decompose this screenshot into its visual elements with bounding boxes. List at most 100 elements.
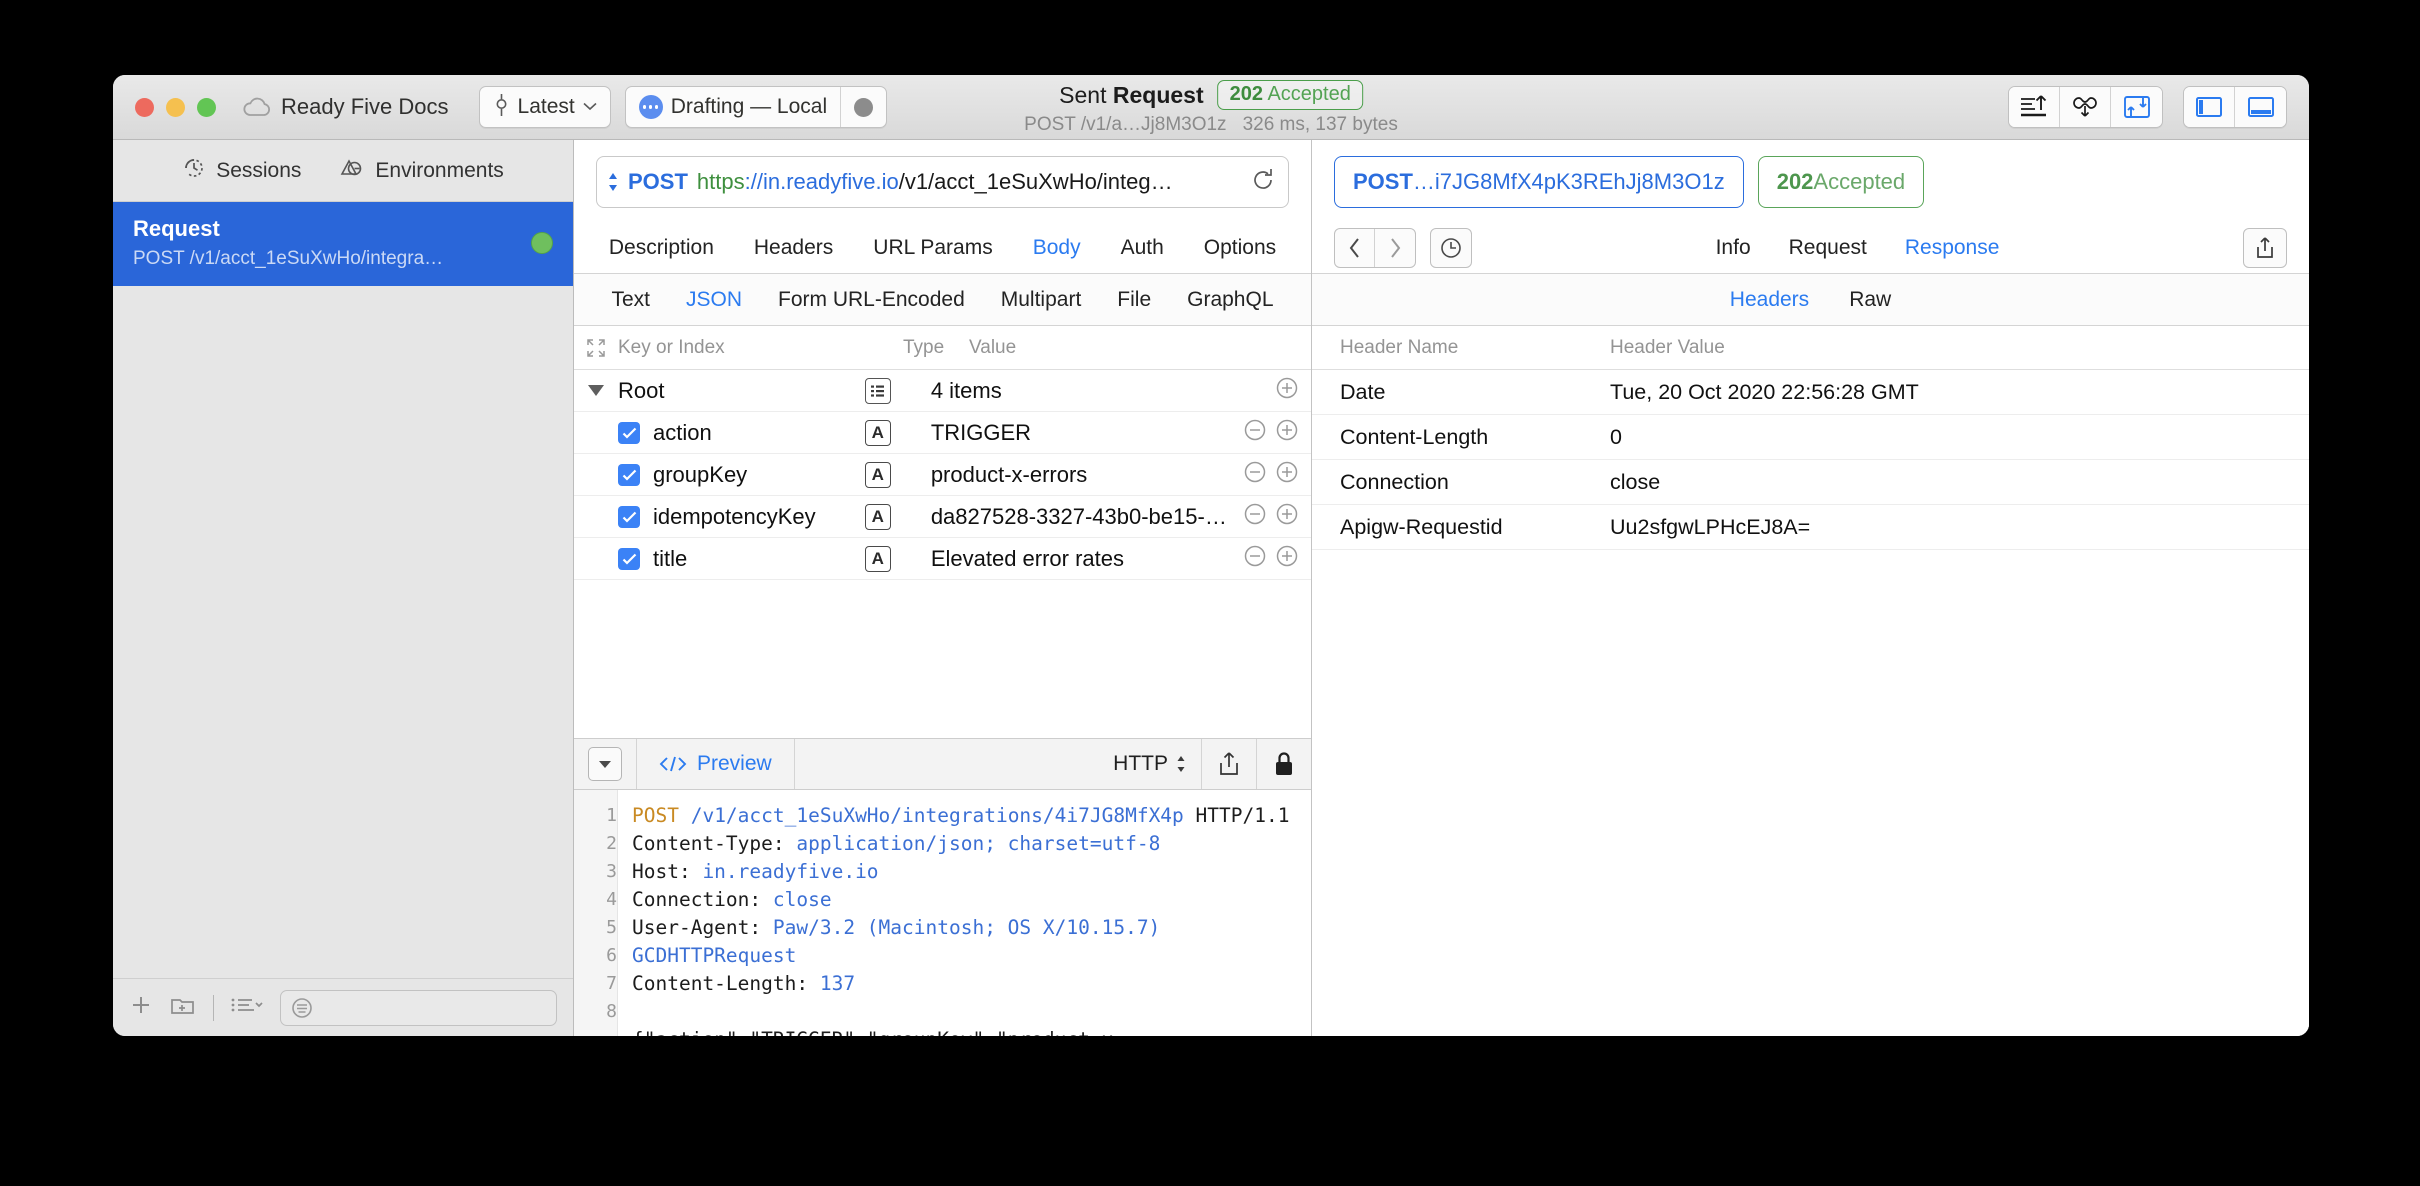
sidebar-filter-input[interactable]: [280, 989, 557, 1026]
sort-list-button[interactable]: [230, 993, 264, 1022]
json-row-value[interactable]: TRIGGER: [931, 420, 1233, 446]
response-subtab-headers[interactable]: Headers: [1730, 288, 1809, 312]
tab-body[interactable]: Body: [1033, 236, 1081, 260]
response-history-button[interactable]: [1430, 227, 1472, 268]
status-badge: 202 Accepted: [1217, 80, 1363, 110]
add-item-icon[interactable]: [1275, 460, 1299, 490]
format-selector[interactable]: HTTP: [1099, 752, 1201, 776]
response-header-row[interactable]: Content-Length 0: [1312, 415, 2309, 460]
subtab-graphql[interactable]: GraphQL: [1187, 288, 1273, 312]
document-title: Ready Five Docs: [281, 94, 449, 119]
raw-header-line: Host: in.readyfive.io: [632, 860, 879, 883]
subtab-multipart[interactable]: Multipart: [1001, 288, 1082, 312]
row-enabled-checkbox[interactable]: [618, 421, 640, 444]
toggle-bottom-panel-button[interactable]: [2235, 87, 2286, 127]
preview-dropdown-button[interactable]: [588, 747, 622, 781]
raw-request-editor[interactable]: 123456789 POST /v1/acct_1eSuXwHo/integra…: [574, 790, 1311, 1036]
add-item-icon[interactable]: [1275, 376, 1299, 406]
remove-item-icon[interactable]: [1243, 460, 1267, 490]
sidebar-tab-sessions[interactable]: Sessions: [182, 156, 301, 186]
response-header-row[interactable]: Apigw-Requestid Uu2sfgwLPHcEJ8A=: [1312, 505, 2309, 550]
json-row-value[interactable]: Elevated error rates: [931, 546, 1233, 572]
sidebar-request-item[interactable]: Request POST /v1/acct_1eSuXwHo/integra…: [113, 202, 573, 286]
json-row-idempotencykey[interactable]: idempotencyKey A da827528-3327-43b0-be15…: [574, 496, 1311, 538]
response-request-chip[interactable]: POST …i7JG8MfX4pK3REhJj8M3O1z: [1334, 156, 1744, 208]
json-row-action[interactable]: action A TRIGGER: [574, 412, 1311, 454]
next-response-button[interactable]: [1375, 229, 1415, 267]
raw-request-text[interactable]: POST /v1/acct_1eSuXwHo/integrations/4i7J…: [618, 790, 1311, 1036]
center-subtitle-stats: 326 ms, 137 bytes: [1242, 114, 1398, 135]
environment-status-button[interactable]: [841, 87, 886, 127]
minimize-window-button[interactable]: [166, 97, 185, 117]
add-item-icon[interactable]: [1275, 418, 1299, 448]
add-item-icon[interactable]: [1275, 502, 1299, 532]
json-row-type[interactable]: [864, 377, 931, 404]
url-input[interactable]: https://in.readyfive.io/v1/acct_1eSuXwHo…: [697, 169, 1241, 195]
tab-headers[interactable]: Headers: [754, 236, 833, 260]
previous-response-button[interactable]: [1335, 228, 1375, 267]
import-export-button[interactable]: [2111, 87, 2162, 127]
response-tab-response[interactable]: Response: [1905, 236, 2000, 260]
subtab-file[interactable]: File: [1117, 288, 1151, 312]
subtab-text[interactable]: Text: [611, 288, 650, 312]
close-window-button[interactable]: [135, 97, 154, 117]
zoom-window-button[interactable]: [197, 97, 216, 117]
subtab-form-url-encoded[interactable]: Form URL-Encoded: [778, 288, 965, 312]
environment-selector[interactable]: Drafting — Local: [624, 86, 888, 128]
tab-url-params[interactable]: URL Params: [873, 236, 992, 260]
line-number: 7: [606, 973, 617, 994]
json-row-value[interactable]: 4 items: [931, 378, 1233, 404]
json-row-title[interactable]: title A Elevated error rates: [574, 538, 1311, 580]
lock-button[interactable]: [1257, 739, 1311, 789]
add-item-icon[interactable]: [1275, 544, 1299, 574]
json-row-key-label: groupKey: [653, 461, 748, 487]
json-row-groupkey[interactable]: groupKey A product-x-errors: [574, 454, 1311, 496]
expand-toggle-icon[interactable]: [574, 385, 618, 396]
version-selector[interactable]: Latest: [478, 86, 611, 128]
response-header-value: close: [1610, 469, 1661, 494]
json-row-value[interactable]: da827528-3327-43b0-be15-…: [931, 504, 1233, 530]
share-preview-button[interactable]: [1202, 739, 1256, 789]
add-group-button[interactable]: [169, 993, 197, 1022]
share-response-button[interactable]: [2243, 227, 2287, 268]
url-bar[interactable]: POST https://in.readyfive.io/v1/acct_1eS…: [596, 156, 1289, 208]
format-label: HTTP: [1113, 752, 1168, 775]
tab-description[interactable]: Description: [609, 236, 714, 260]
json-row-type[interactable]: A: [864, 503, 931, 530]
environments-icon: [339, 156, 365, 186]
json-row-value[interactable]: product-x-errors: [931, 462, 1233, 488]
row-enabled-checkbox[interactable]: [618, 505, 640, 528]
send-request-button[interactable]: [2009, 87, 2060, 127]
response-header-row[interactable]: Connection close: [1312, 460, 2309, 505]
preview-tab[interactable]: Preview: [637, 739, 794, 789]
json-row-type[interactable]: A: [864, 461, 931, 488]
toggle-left-panel-button[interactable]: [2184, 87, 2235, 127]
collapse-all-icon[interactable]: [574, 338, 618, 358]
raw-body-line: {"action":"TRIGGER","groupKey":"product-…: [632, 1026, 1297, 1036]
response-tab-request[interactable]: Request: [1789, 236, 1867, 260]
json-row-root[interactable]: Root 4 items: [574, 370, 1311, 412]
json-row-type[interactable]: A: [864, 545, 931, 572]
http-method-label[interactable]: POST: [628, 169, 688, 195]
row-enabled-checkbox[interactable]: [618, 463, 640, 486]
tab-options[interactable]: Options: [1204, 236, 1276, 260]
refresh-icon[interactable]: [1250, 167, 1276, 198]
version-label: Latest: [517, 95, 575, 118]
code-generator-button[interactable]: [2060, 87, 2111, 127]
response-header-row[interactable]: Date Tue, 20 Oct 2020 22:56:28 GMT: [1312, 370, 2309, 415]
json-row-type[interactable]: A: [864, 419, 931, 446]
subtab-json[interactable]: JSON: [686, 288, 742, 312]
document-title-group[interactable]: Ready Five Docs: [242, 94, 449, 120]
remove-item-icon[interactable]: [1243, 502, 1267, 532]
column-key-label: Key or Index: [618, 336, 725, 358]
remove-item-icon[interactable]: [1243, 544, 1267, 574]
row-enabled-checkbox[interactable]: [618, 547, 640, 570]
add-request-button[interactable]: [129, 993, 153, 1022]
remove-item-icon[interactable]: [1243, 418, 1267, 448]
response-subtab-raw[interactable]: Raw: [1849, 288, 1891, 312]
response-tab-info[interactable]: Info: [1716, 236, 1751, 260]
sidebar-tab-environments[interactable]: Environments: [339, 156, 504, 186]
method-stepper-icon[interactable]: [607, 171, 619, 193]
tab-auth[interactable]: Auth: [1121, 236, 1164, 260]
json-row-key-group: groupKey: [618, 462, 865, 488]
